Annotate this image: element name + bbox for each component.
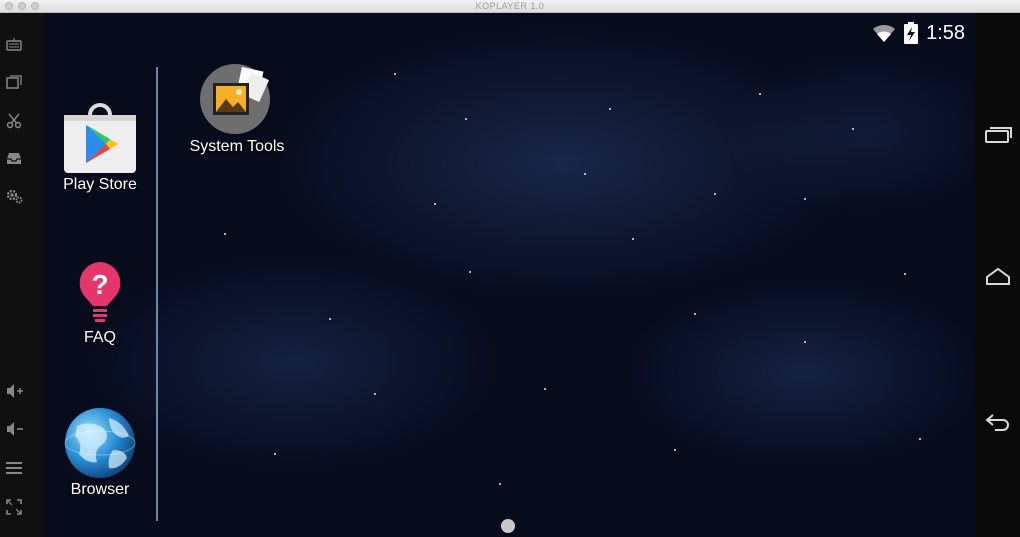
menu-button[interactable] bbox=[6, 460, 22, 478]
settings-button[interactable] bbox=[6, 188, 23, 206]
dock-divider bbox=[156, 67, 158, 521]
battery-charging-icon bbox=[904, 22, 919, 44]
system-tools-icon bbox=[200, 64, 270, 134]
gear-icon bbox=[6, 189, 23, 204]
recent-apps-icon bbox=[985, 127, 1012, 143]
window-title: KOPLAYER 1.0 bbox=[475, 1, 545, 11]
status-bar: 1:58 bbox=[872, 21, 965, 45]
menu-icon bbox=[6, 462, 22, 474]
volume-up-button[interactable] bbox=[6, 383, 23, 401]
keyboard-icon bbox=[6, 38, 22, 51]
left-toolbar bbox=[0, 13, 44, 537]
volume-down-button[interactable] bbox=[6, 421, 23, 439]
browser-globe-icon bbox=[64, 408, 136, 478]
fullscreen-button[interactable] bbox=[6, 499, 22, 517]
multi-window-icon bbox=[6, 75, 22, 89]
fullscreen-icon bbox=[6, 499, 22, 515]
home-icon bbox=[986, 267, 1010, 285]
multi-window-button[interactable] bbox=[6, 74, 22, 92]
app-system-tools[interactable]: System Tools bbox=[179, 63, 295, 157]
app-faq[interactable]: ? FAQ bbox=[44, 260, 156, 348]
window-titlebar: KOPLAYER 1.0 bbox=[0, 0, 1020, 13]
page-indicator-dot bbox=[501, 519, 515, 533]
inbox-button[interactable] bbox=[6, 150, 22, 168]
svg-text:?: ? bbox=[91, 269, 108, 300]
app-play-store[interactable]: Play Store bbox=[44, 103, 156, 195]
inbox-icon bbox=[7, 153, 21, 164]
app-label: Play Store bbox=[63, 176, 137, 193]
back-button[interactable] bbox=[983, 409, 1013, 433]
recent-apps-button[interactable] bbox=[983, 123, 1013, 147]
keyboard-button[interactable] bbox=[6, 37, 22, 55]
android-home-screen[interactable]: 1:58 Play Store ? FAQ Browser System Too… bbox=[44, 13, 975, 537]
volume-down-icon bbox=[7, 422, 23, 436]
back-icon bbox=[985, 414, 1009, 431]
volume-up-icon bbox=[7, 384, 23, 398]
scissors-icon bbox=[6, 113, 22, 129]
faq-icon: ? bbox=[79, 262, 121, 322]
app-label: Browser bbox=[70, 481, 130, 498]
scissors-button[interactable] bbox=[6, 113, 22, 131]
play-store-icon bbox=[64, 103, 136, 173]
android-navigation-bar bbox=[975, 13, 1020, 537]
status-clock: 1:58 bbox=[926, 22, 965, 44]
app-label: System Tools bbox=[189, 138, 285, 155]
home-button[interactable] bbox=[983, 265, 1013, 289]
app-label: FAQ bbox=[83, 329, 116, 346]
wifi-icon bbox=[873, 24, 896, 42]
app-browser[interactable]: Browser bbox=[44, 406, 156, 500]
